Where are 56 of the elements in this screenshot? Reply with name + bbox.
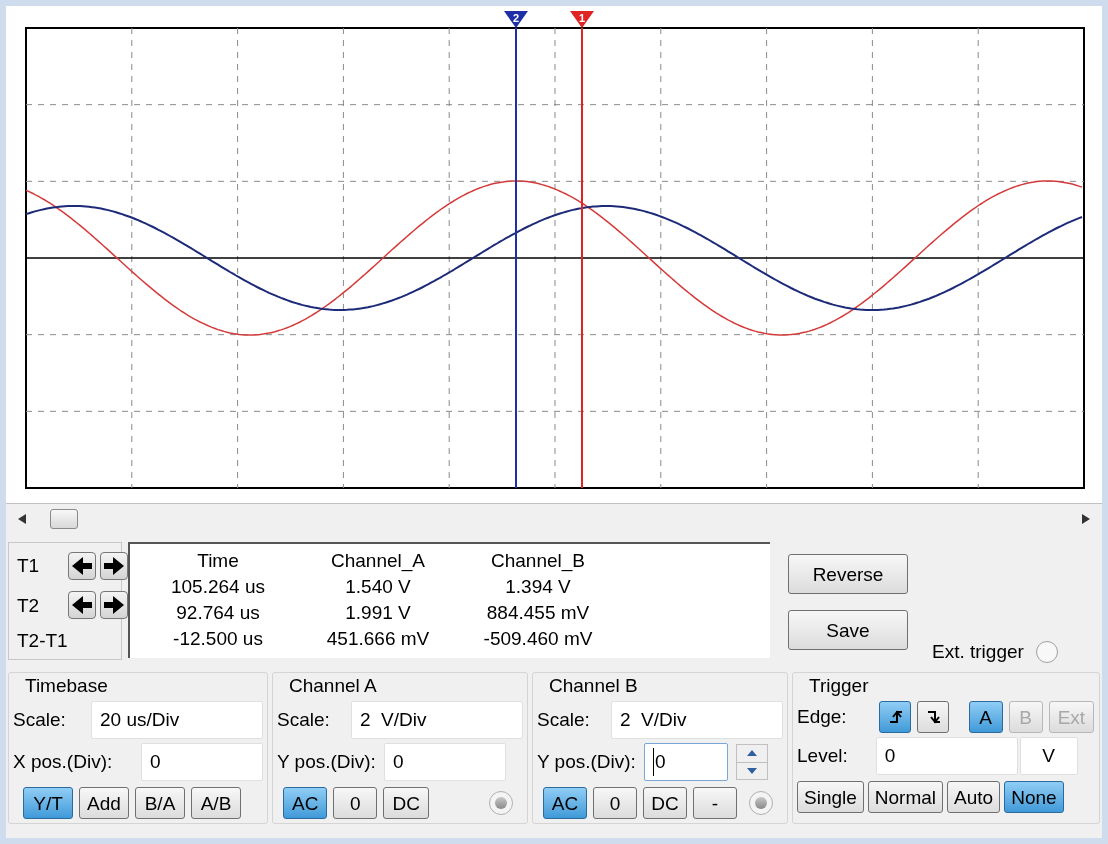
toggle-button[interactable]: Add: [79, 787, 129, 819]
toggle-button[interactable]: Auto: [947, 781, 1001, 813]
action-button[interactable]: Save: [788, 610, 908, 650]
table-cell-text: 105.264 us: [171, 575, 265, 599]
toggle-button[interactable]: AC: [543, 787, 587, 819]
field-label: Scale:: [13, 707, 66, 732]
toggle-button[interactable]: AC: [283, 787, 328, 819]
toggle-button[interactable]: A: [968, 701, 1003, 733]
field-label: Level:: [797, 743, 848, 768]
toggle-button[interactable]: DC: [643, 787, 687, 819]
field-label: X pos.(Div):: [13, 749, 113, 774]
input-field[interactable]: V: [1019, 737, 1078, 775]
table-cell-text: -509.460 mV: [483, 627, 593, 651]
toggle-button[interactable]: None: [1004, 781, 1064, 813]
toggle-button[interactable]: -: [693, 787, 737, 819]
group-title: Channel B: [549, 674, 639, 698]
action-button[interactable]: Reverse: [788, 554, 908, 594]
column-heading: Time: [197, 549, 239, 573]
field-label: Ext. trigger: [932, 639, 1024, 664]
toggle-button[interactable]: Single: [797, 781, 864, 813]
cursor-row-label: T2-T1: [17, 631, 68, 651]
column-heading: Channel_B: [491, 549, 585, 574]
cursor-row-label: T1: [17, 556, 41, 576]
input-field[interactable]: 0: [643, 743, 728, 781]
toggle-button[interactable]: Normal: [867, 781, 944, 813]
group-title: Timebase: [25, 674, 109, 698]
input-field[interactable]: 20 us/Div: [91, 701, 263, 739]
toggle-button[interactable]: Y/T: [23, 787, 73, 819]
table-cell-text: 884.455 mV: [486, 601, 590, 625]
input-field[interactable]: 0: [875, 737, 1018, 775]
toggle-button[interactable]: A/B: [191, 787, 241, 819]
input-field[interactable]: 0: [141, 743, 263, 781]
toggle-button[interactable]: 0: [333, 787, 378, 819]
table-cell-text: 1.540 V: [345, 575, 411, 599]
cursor-row-label: T2: [17, 596, 41, 615]
table-cell-text: 92.764 us: [176, 601, 260, 625]
field-label: Y pos.(Div):: [277, 749, 376, 774]
table-cell-text: 1.394 V: [505, 575, 571, 599]
group-title: Channel A: [289, 674, 378, 698]
input-field[interactable]: 2 V/Div: [611, 701, 783, 739]
table-cell-text: 451.666 mV: [326, 627, 430, 651]
toggle-button[interactable]: B/A: [135, 787, 185, 819]
field-label: Edge:: [797, 704, 847, 729]
input-field[interactable]: 0: [383, 743, 506, 781]
cursor-number: 2: [512, 12, 520, 24]
toggle-button[interactable]: 0: [593, 787, 637, 819]
group-title: Trigger: [809, 674, 870, 698]
table-cell-text: -12.500 us: [173, 627, 263, 651]
field-label: Scale:: [537, 707, 590, 732]
cursor-number: 1: [578, 12, 586, 24]
field-label: Scale:: [277, 707, 330, 732]
toggle-button[interactable]: DC: [383, 787, 429, 819]
field-label: Y pos.(Div):: [537, 749, 636, 774]
table-cell-text: 1.991 V: [345, 601, 411, 625]
column-heading: Channel_A: [331, 549, 425, 574]
input-field[interactable]: 2 V/Div: [351, 701, 523, 739]
